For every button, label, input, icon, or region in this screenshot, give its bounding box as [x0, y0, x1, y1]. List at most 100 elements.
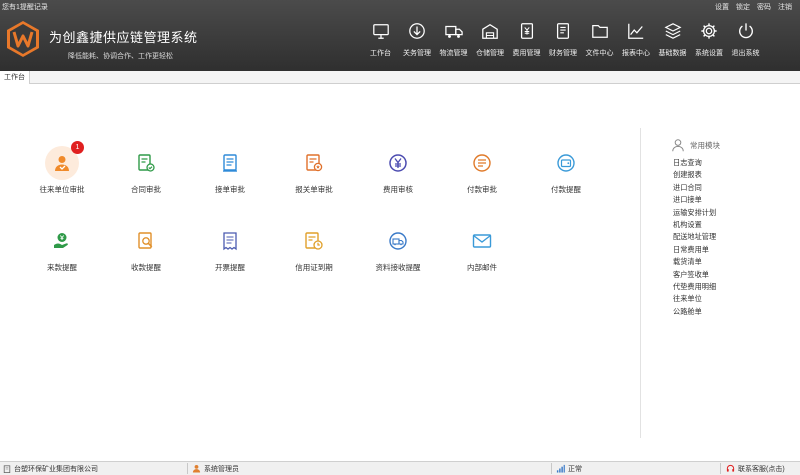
module-internal-mail[interactable]: 内部邮件: [442, 224, 522, 273]
headset-icon: [726, 464, 735, 472]
side-link-road-manifest[interactable]: 公路舱单: [673, 307, 716, 319]
mail-icon: [472, 234, 492, 248]
nav-label: 退出系统: [731, 50, 760, 57]
status-bar: 台塑环保矿业集团有限公司 系统管理员 正常 联系客服(点击): [0, 461, 800, 475]
nav-exit[interactable]: 退出系统: [729, 22, 762, 64]
logout-link[interactable]: 注销: [778, 2, 792, 12]
module-label: 资料接收提醒: [375, 263, 421, 272]
module-label: 来款提醒: [47, 263, 77, 272]
app-title: 为创鑫捷供应链管理系统: [49, 30, 198, 45]
truck-icon: [444, 25, 463, 38]
user-icon: [672, 139, 684, 152]
module-label: 开票提醒: [215, 263, 245, 272]
nav-customs[interactable]: 关务管理: [401, 22, 434, 64]
side-link-customer-receipt[interactable]: 客户签收单: [673, 270, 716, 282]
folder-icon: [591, 24, 608, 38]
power-icon: [738, 23, 753, 39]
common-modules-list: 日志查询 创建报表 进口合同 进口接单 运输安排计划 机构设置 配送地址管理 日…: [673, 158, 716, 319]
module-payment-reminder[interactable]: 付款提醒: [526, 146, 606, 195]
wallet-icon: [557, 154, 575, 172]
receipt-search-icon: [138, 232, 153, 249]
remind-link[interactable]: 您有1提醒记录: [2, 2, 48, 12]
common-modules-title: 常用模块: [690, 140, 720, 150]
nav-label: 财务管理: [549, 50, 577, 57]
module-order-approval[interactable]: 接单审批: [190, 146, 270, 195]
finance-document-icon: [556, 23, 570, 39]
side-link-partners[interactable]: 往来单位: [673, 294, 716, 306]
side-link-transport-plan[interactable]: 运输安排计划: [673, 208, 716, 220]
credit-clock-icon: [305, 232, 323, 250]
module-expense-audit[interactable]: 费用审核: [358, 146, 438, 195]
person-approve-icon: [55, 156, 69, 171]
side-link-create-report[interactable]: 创建报表: [673, 170, 716, 182]
module-data-receive[interactable]: 资料接收提醒: [358, 224, 438, 273]
data-receive-icon: [389, 232, 407, 250]
nav-label: 系统设置: [695, 50, 723, 57]
side-link-import-order[interactable]: 进口接单: [673, 195, 716, 207]
lock-link[interactable]: 锁定: [736, 2, 750, 12]
warehouse-icon: [482, 23, 498, 39]
contact-support-link[interactable]: 联系客服(点击): [726, 462, 785, 475]
building-icon: [3, 464, 11, 473]
common-modules-header: 常用模块: [671, 138, 720, 152]
customs-document-icon: [306, 154, 323, 172]
download-circle-icon: [409, 23, 425, 39]
nav-base-data[interactable]: 基础数据: [656, 22, 689, 64]
tab-workbench[interactable]: 工作台: [0, 71, 30, 84]
module-label: 费用审核: [383, 185, 413, 194]
module-label: 付款审批: [467, 185, 497, 194]
invoice-icon: [223, 232, 237, 251]
connection-state: 正常: [568, 465, 582, 473]
gear-icon: [701, 23, 717, 39]
main-nav: 工作台 关务管理 物流管理 仓储管理 费用管理 财务管理 文件中心 报表中心 基…: [364, 22, 766, 64]
module-label: 接单审批: [215, 185, 245, 194]
app-slogan: 降低能耗、协调合作、工作更轻松: [68, 53, 173, 60]
module-credit-expiry[interactable]: 信用证到期: [274, 224, 354, 273]
yen-document-icon: [520, 23, 533, 39]
nav-expense[interactable]: 费用管理: [510, 22, 543, 64]
nav-settings[interactable]: 系统设置: [693, 22, 726, 64]
module-customs-approval[interactable]: 报关单审批: [274, 146, 354, 195]
module-label: 信用证到期: [295, 263, 333, 272]
nav-warehouse[interactable]: 仓储管理: [474, 22, 507, 64]
signal-icon: [556, 464, 565, 473]
module-invoice-reminder[interactable]: 开票提醒: [190, 224, 270, 273]
status-divider: [720, 463, 721, 474]
status-divider: [187, 463, 188, 474]
nav-workbench[interactable]: 工作台: [364, 22, 397, 64]
nav-files[interactable]: 文件中心: [583, 22, 616, 64]
password-link[interactable]: 密码: [757, 2, 771, 12]
line-chart-icon: [628, 23, 644, 39]
nav-label: 费用管理: [512, 50, 541, 57]
workbench-modules: 1 往来单位审批 合同审批 接单审批 报关单审批 费用审核 付款审批 付款提醒 …: [0, 84, 640, 460]
nav-reports[interactable]: 报表中心: [620, 22, 653, 64]
nav-label: 工作台: [370, 50, 391, 57]
side-link-delivery-address[interactable]: 配送地址管理: [673, 232, 716, 244]
status-connection: 正常: [556, 462, 582, 475]
module-label: 报关单审批: [295, 185, 333, 194]
side-link-org-settings[interactable]: 机构设置: [673, 220, 716, 232]
module-receipt-reminder[interactable]: 收款提醒: [106, 224, 186, 273]
side-link-daily-expense[interactable]: 日常费用单: [673, 245, 716, 257]
nav-logistics[interactable]: 物流管理: [437, 22, 470, 64]
status-divider: [551, 463, 552, 474]
side-link-advance-expense[interactable]: 代垫费用明细: [673, 282, 716, 294]
module-label: 内部邮件: [467, 263, 497, 272]
user-icon: [192, 464, 201, 473]
common-modules-panel: 常用模块 日志查询 创建报表 进口合同 进口接单 运输安排计划 机构设置 配送地…: [640, 128, 788, 438]
module-payment-approval[interactable]: 付款审批: [442, 146, 522, 195]
module-contract-approval[interactable]: 合同审批: [106, 146, 186, 195]
module-incoming-payment[interactable]: 来款提醒: [22, 224, 102, 273]
nav-finance[interactable]: 财务管理: [547, 22, 580, 64]
module-label: 合同审批: [131, 185, 161, 194]
settings-link[interactable]: 设置: [715, 2, 729, 12]
side-link-log-query[interactable]: 日志查询: [673, 158, 716, 170]
monitor-icon: [372, 24, 389, 39]
side-link-cargo-manifest[interactable]: 载货清单: [673, 257, 716, 269]
nav-label: 文件中心: [585, 50, 614, 57]
status-company: 台塑环保矿业集团有限公司: [3, 462, 98, 475]
layers-icon: [663, 23, 682, 39]
side-link-import-contract[interactable]: 进口合同: [673, 183, 716, 195]
module-partner-approval[interactable]: 1 往来单位审批: [22, 141, 102, 195]
nav-label: 报表中心: [622, 50, 650, 57]
